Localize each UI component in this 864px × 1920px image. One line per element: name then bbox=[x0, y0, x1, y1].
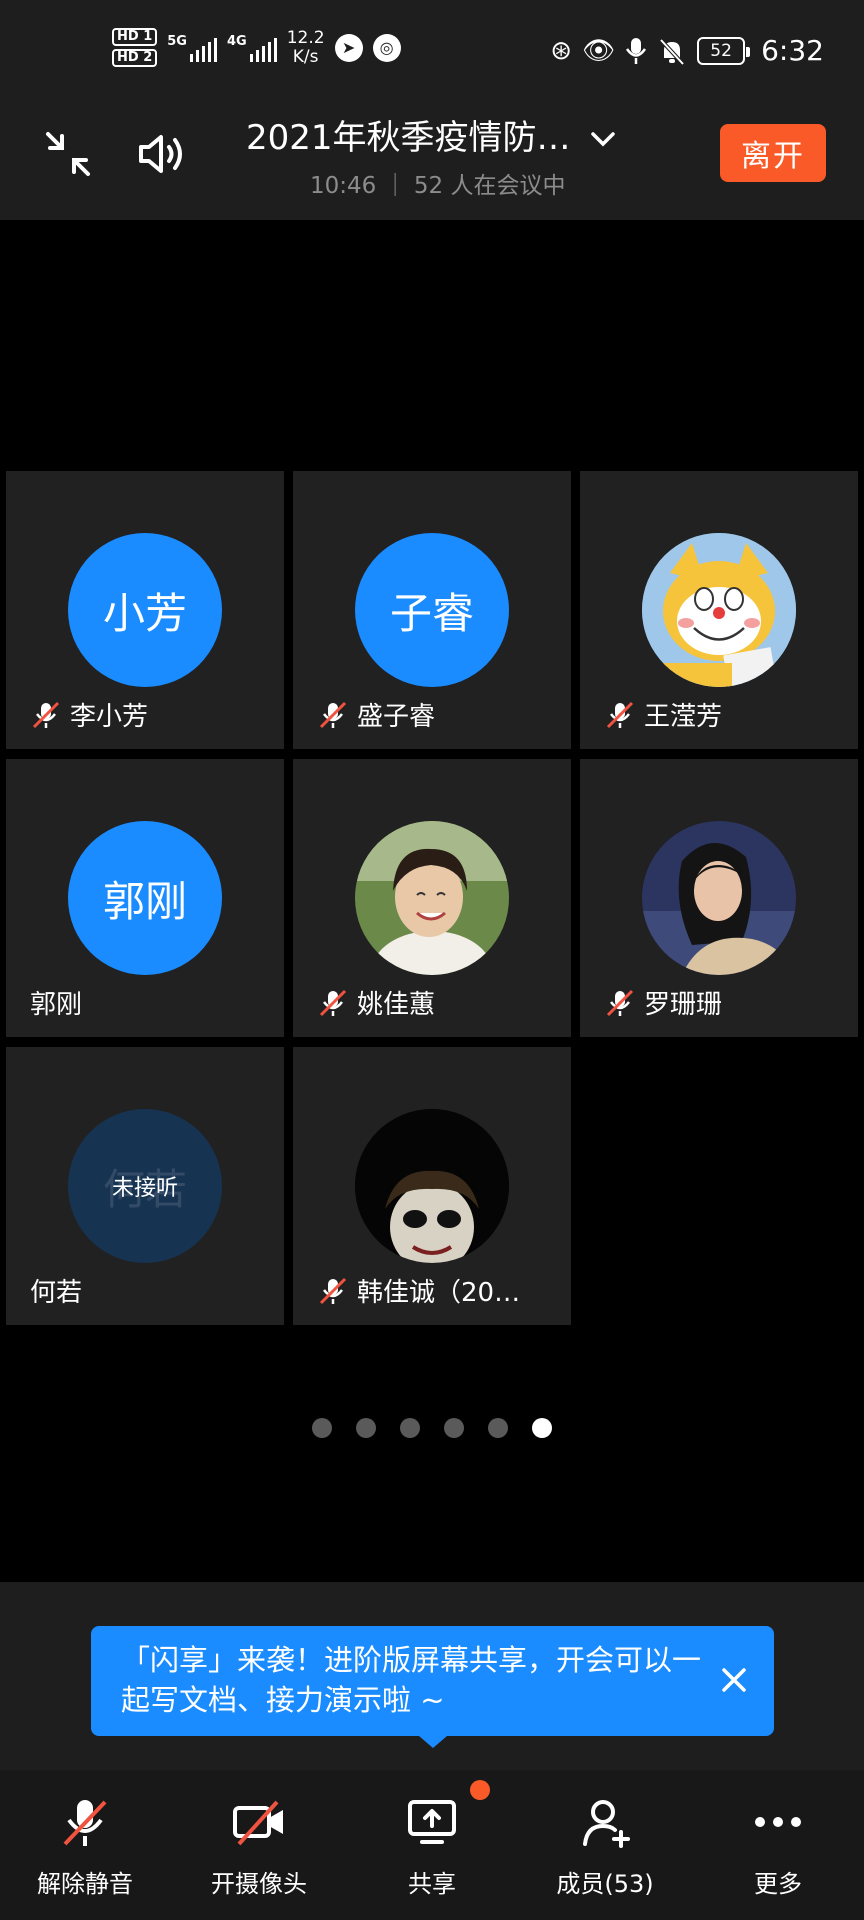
participant-tile[interactable]: 郭刚 郭刚 bbox=[6, 759, 284, 1037]
promo-banner[interactable]: 「闪享」来袭！进阶版屏幕共享，开会可以一起写文档、接力演示啦 ~ bbox=[91, 1626, 774, 1748]
girl-photo-avatar bbox=[355, 821, 509, 975]
leave-button[interactable]: 离开 bbox=[720, 124, 826, 182]
speaker-button[interactable] bbox=[130, 122, 194, 186]
page-dot[interactable] bbox=[444, 1418, 464, 1438]
unmute-button[interactable]: 解除静音 bbox=[10, 1794, 160, 1899]
participant-name: 姚佳蕙 bbox=[357, 990, 436, 1020]
participant-name: 郭刚 bbox=[30, 990, 83, 1020]
page-dot[interactable] bbox=[312, 1418, 332, 1438]
more-button[interactable]: 更多 bbox=[703, 1794, 853, 1899]
meeting-toolbar: 解除静音 开摄像头 共享 成员(53) 更多 bbox=[0, 1770, 864, 1920]
battery-icon: 52 bbox=[697, 36, 751, 65]
meeting-subtitle: 10:46 ｜ 52 人在会议中 bbox=[310, 173, 566, 199]
more-dots-icon bbox=[755, 1817, 801, 1827]
cartoon-cat-avatar bbox=[642, 533, 796, 687]
share-notification-dot bbox=[470, 1780, 490, 1800]
participant-name: 李小芳 bbox=[70, 702, 149, 732]
nfc-icon: ⊛ bbox=[550, 35, 573, 66]
participant-name: 王滢芳 bbox=[644, 702, 723, 732]
participant-name: 何若 bbox=[30, 1278, 83, 1308]
mic-muted-icon bbox=[319, 1277, 347, 1304]
minimize-button[interactable] bbox=[36, 122, 100, 186]
participant-tile[interactable]: 姚佳蕙 bbox=[293, 759, 571, 1037]
joker-photo-avatar bbox=[355, 1109, 509, 1263]
signal-4g-icon: 4G bbox=[227, 34, 277, 62]
hd1-indicator: HD 1 bbox=[112, 28, 158, 46]
clock: 6:32 bbox=[761, 34, 824, 67]
signal-5g-icon: 5G bbox=[167, 34, 217, 62]
mic-muted-icon bbox=[319, 701, 347, 728]
participant-tile[interactable]: 罗珊珊 bbox=[580, 759, 858, 1037]
hd2-indicator: HD 2 bbox=[112, 49, 158, 67]
speaker-icon bbox=[139, 135, 182, 173]
more-label: 更多 bbox=[754, 1870, 802, 1898]
mic-muted-icon bbox=[319, 989, 347, 1016]
camera-button[interactable]: 开摄像头 bbox=[184, 1794, 334, 1899]
mic-muted-icon bbox=[606, 701, 634, 728]
participant-tile[interactable]: 韩佳诚（20… bbox=[293, 1047, 571, 1325]
page-dot-active[interactable] bbox=[532, 1418, 552, 1438]
participant-tile[interactable]: 王滢芳 bbox=[580, 471, 858, 749]
meeting-title-area[interactable]: 2021年秋季疫情防… 10:46 ｜ 52 人在会议中 bbox=[246, 116, 626, 200]
net-speed: 12.2 K/s bbox=[286, 27, 325, 67]
screen-share-icon bbox=[408, 1800, 456, 1844]
woman-photo-avatar bbox=[642, 821, 796, 975]
avatar: 子睿 bbox=[355, 533, 509, 687]
status-bar: HD 1 HD 2 5G 4G 12.2 K/s ➤ ◎ ⊛ 👁 52 6:32 bbox=[0, 0, 864, 100]
mic-in-use-icon bbox=[626, 37, 647, 64]
chevron-down-icon[interactable] bbox=[586, 122, 620, 156]
page-dot[interactable] bbox=[400, 1418, 420, 1438]
banner-text: 「闪享」来袭！进阶版屏幕共享，开会可以一起写文档、接力演示啦 ~ bbox=[121, 1643, 702, 1717]
members-label: 成员(53) bbox=[556, 1870, 654, 1898]
participant-name: 盛子睿 bbox=[357, 702, 436, 732]
page-dot[interactable] bbox=[356, 1418, 376, 1438]
browser-notify-icon: ◎ bbox=[372, 33, 401, 62]
meeting-title[interactable]: 2021年秋季疫情防… bbox=[246, 116, 626, 160]
unmute-label: 解除静音 bbox=[37, 1870, 133, 1898]
mic-muted-icon bbox=[606, 989, 634, 1016]
page-dot[interactable] bbox=[488, 1418, 508, 1438]
mic-muted-icon bbox=[63, 1800, 107, 1846]
participant-name: 韩佳诚（20… bbox=[357, 1278, 521, 1308]
participant-name: 罗珊珊 bbox=[644, 990, 723, 1020]
bell-off-icon bbox=[659, 38, 685, 65]
camera-off-icon bbox=[233, 1800, 283, 1846]
share-button[interactable]: 共享 bbox=[357, 1794, 507, 1899]
not-answered-status: 未接听 bbox=[111, 1176, 178, 1201]
collapse-arrows-icon bbox=[46, 132, 90, 176]
camera-label: 开摄像头 bbox=[211, 1870, 307, 1898]
participant-tile[interactable]: 何若 未接听 何若 bbox=[6, 1047, 284, 1325]
members-button[interactable]: 成员(53) bbox=[530, 1794, 680, 1899]
meeting-header: 2021年秋季疫情防… 10:46 ｜ 52 人在会议中 离开 bbox=[0, 100, 864, 220]
page-indicator[interactable] bbox=[0, 1418, 864, 1438]
add-member-icon bbox=[583, 1800, 630, 1848]
close-icon[interactable] bbox=[716, 1662, 752, 1698]
avatar: 何若 未接听 bbox=[68, 1109, 222, 1263]
share-label: 共享 bbox=[408, 1870, 456, 1898]
avatar: 小芳 bbox=[68, 533, 222, 687]
eye-comfort-icon: 👁 bbox=[582, 35, 616, 66]
avatar: 郭刚 bbox=[68, 821, 222, 975]
app-notify-icon: ➤ bbox=[334, 33, 363, 62]
participant-tile[interactable]: 子睿 盛子睿 bbox=[293, 471, 571, 749]
mic-muted-icon bbox=[32, 701, 60, 728]
participant-tile[interactable]: 小芳 李小芳 bbox=[6, 471, 284, 749]
